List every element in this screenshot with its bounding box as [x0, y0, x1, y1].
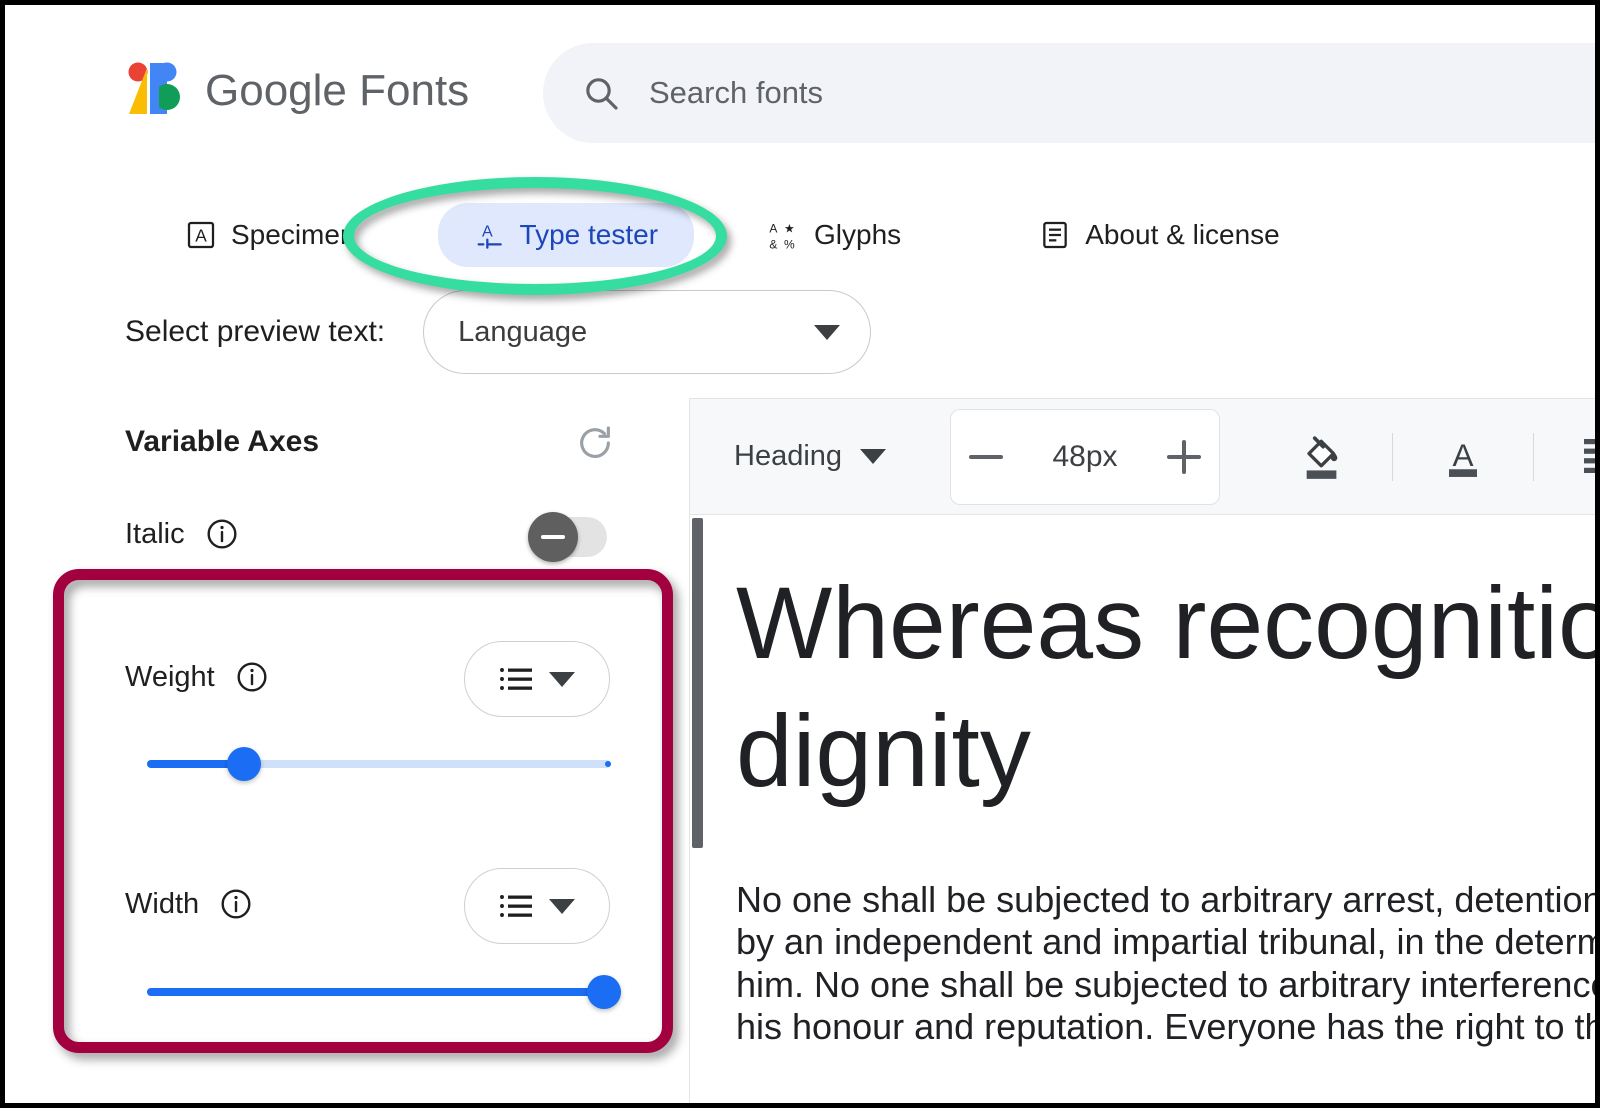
- google-fonts-page: Google Fonts Search fonts A Specimen A T…: [5, 5, 1595, 1103]
- font-size-value[interactable]: 48px: [1021, 408, 1150, 505]
- info-icon[interactable]: [235, 660, 269, 694]
- svg-text:%: %: [784, 237, 795, 251]
- google-fonts-logo-icon: [128, 62, 180, 114]
- site-header: Google Fonts Search fonts: [5, 5, 1595, 155]
- tab-type-tester-label: Type tester: [519, 219, 659, 250]
- preview-text-label: Select preview text:: [125, 315, 386, 348]
- preview-paragraph: No one shall be subjected to arbitrary a…: [736, 879, 1595, 1049]
- svg-text:&: &: [769, 237, 777, 251]
- logo-word-google: Google: [205, 66, 347, 115]
- svg-text:A: A: [1453, 436, 1474, 472]
- svg-text:A: A: [482, 223, 493, 240]
- refresh-icon[interactable]: [575, 423, 615, 463]
- variable-axes-title: Variable Axes: [125, 425, 320, 458]
- search-input[interactable]: Search fonts: [649, 75, 823, 111]
- italic-toggle[interactable]: [528, 512, 607, 562]
- align-left-button[interactable]: [1566, 425, 1595, 489]
- chevron-down-icon: [860, 449, 887, 464]
- search-icon: [586, 78, 618, 110]
- toolbar-divider: [1533, 432, 1535, 481]
- preview-document[interactable]: Whereas recognitio dignity No one shall …: [736, 516, 1595, 1049]
- axis-label-italic: Italic: [125, 517, 185, 550]
- weight-slider[interactable]: [147, 747, 611, 781]
- decrease-font-size-button[interactable]: [950, 408, 1022, 505]
- font-size-stepper: 48px: [950, 408, 1221, 505]
- weight-slider-thumb[interactable]: [227, 747, 262, 781]
- type-tester-editor: Heading 48px A Whereas recognitio dignit…: [689, 398, 1595, 1103]
- formatting-icons: A: [1284, 425, 1595, 489]
- preview-paragraph-line-4: his honour and reputation. Everyone has …: [736, 1006, 1595, 1048]
- list-icon: [500, 668, 532, 690]
- svg-text:A: A: [195, 226, 207, 246]
- toolbar-divider: [1392, 432, 1394, 481]
- minus-icon: [528, 512, 578, 562]
- tab-type-tester[interactable]: A Type tester: [437, 203, 695, 267]
- tab-specimen[interactable]: A Specimen: [165, 207, 376, 263]
- paragraph-style-dropdown[interactable]: Heading: [734, 440, 887, 473]
- increase-font-size-button[interactable]: [1149, 408, 1221, 505]
- axis-row-weight: Weight: [125, 660, 269, 694]
- fill-color-button[interactable]: [1284, 425, 1360, 489]
- tab-about-license-label: About & license: [1085, 219, 1280, 250]
- language-dropdown[interactable]: Language: [423, 290, 872, 374]
- chevron-down-icon: [549, 898, 575, 914]
- tab-bar: A Specimen A Type tester A ★ & % Glyphs: [165, 203, 1300, 267]
- fill-color-icon: [1306, 435, 1338, 479]
- text-color-button[interactable]: A: [1425, 425, 1501, 489]
- svg-text:★: ★: [784, 221, 795, 235]
- axis-row-italic: Italic: [125, 517, 239, 551]
- logo-word-fonts: Fonts: [359, 66, 470, 115]
- axis-label-weight: Weight: [125, 660, 215, 693]
- search-bar[interactable]: Search fonts: [543, 43, 1595, 143]
- editor-content-area[interactable]: Whereas recognitio dignity No one shall …: [690, 516, 1595, 1103]
- google-fonts-logo[interactable]: Google Fonts: [125, 60, 469, 122]
- chevron-down-icon: [814, 324, 841, 340]
- logo-wordmark: Google Fonts: [205, 66, 469, 116]
- tab-glyphs-label: Glyphs: [814, 219, 902, 250]
- plus-icon: [1167, 439, 1202, 474]
- document-lines-icon: [1043, 221, 1067, 249]
- chevron-down-icon: [549, 671, 575, 687]
- preview-paragraph-line-3: him. No one shall be subjected to arbitr…: [736, 963, 1595, 1005]
- preview-paragraph-line-2: by an independent and impartial tribunal…: [736, 921, 1595, 963]
- weight-preset-dropdown[interactable]: [464, 641, 610, 717]
- svg-text:A: A: [769, 221, 777, 235]
- width-slider-fill: [147, 988, 621, 996]
- specimen-letter-icon: A: [187, 221, 215, 249]
- list-icon: [500, 895, 532, 917]
- tab-about-license[interactable]: About & license: [1019, 207, 1300, 263]
- editor-toolbar: Heading 48px A: [690, 399, 1595, 515]
- paragraph-style-value: Heading: [734, 440, 843, 472]
- axis-label-width: Width: [125, 887, 200, 920]
- preview-heading: Whereas recognitio dignity: [736, 560, 1595, 815]
- screenshot-frame: Google Fonts Search fonts A Specimen A T…: [0, 0, 1600, 1108]
- preview-heading-line-2: dignity: [736, 693, 1031, 808]
- tab-specimen-label: Specimen: [231, 219, 356, 250]
- tab-glyphs[interactable]: A ★ & % Glyphs: [748, 207, 921, 263]
- align-left-icon: [1584, 438, 1595, 473]
- glyphs-grid-icon: A ★ & %: [769, 221, 795, 251]
- width-slider[interactable]: [147, 975, 621, 1009]
- width-slider-thumb[interactable]: [587, 975, 621, 1009]
- vertical-scrollbar[interactable]: [692, 518, 703, 848]
- text-color-icon: A: [1449, 436, 1478, 477]
- axis-row-width: Width: [125, 887, 253, 921]
- preview-text-row: Select preview text: Language: [125, 290, 872, 374]
- preview-paragraph-line-1: No one shall be subjected to arbitrary a…: [736, 879, 1595, 920]
- language-dropdown-value: Language: [458, 315, 588, 348]
- weight-slider-end-tick: [605, 761, 611, 767]
- preview-heading-line-1: Whereas recognitio: [736, 566, 1595, 680]
- type-tester-icon: A: [477, 223, 502, 249]
- info-icon[interactable]: [219, 887, 253, 921]
- width-preset-dropdown[interactable]: [464, 868, 610, 944]
- info-icon[interactable]: [205, 517, 239, 551]
- minus-icon: [969, 440, 1004, 474]
